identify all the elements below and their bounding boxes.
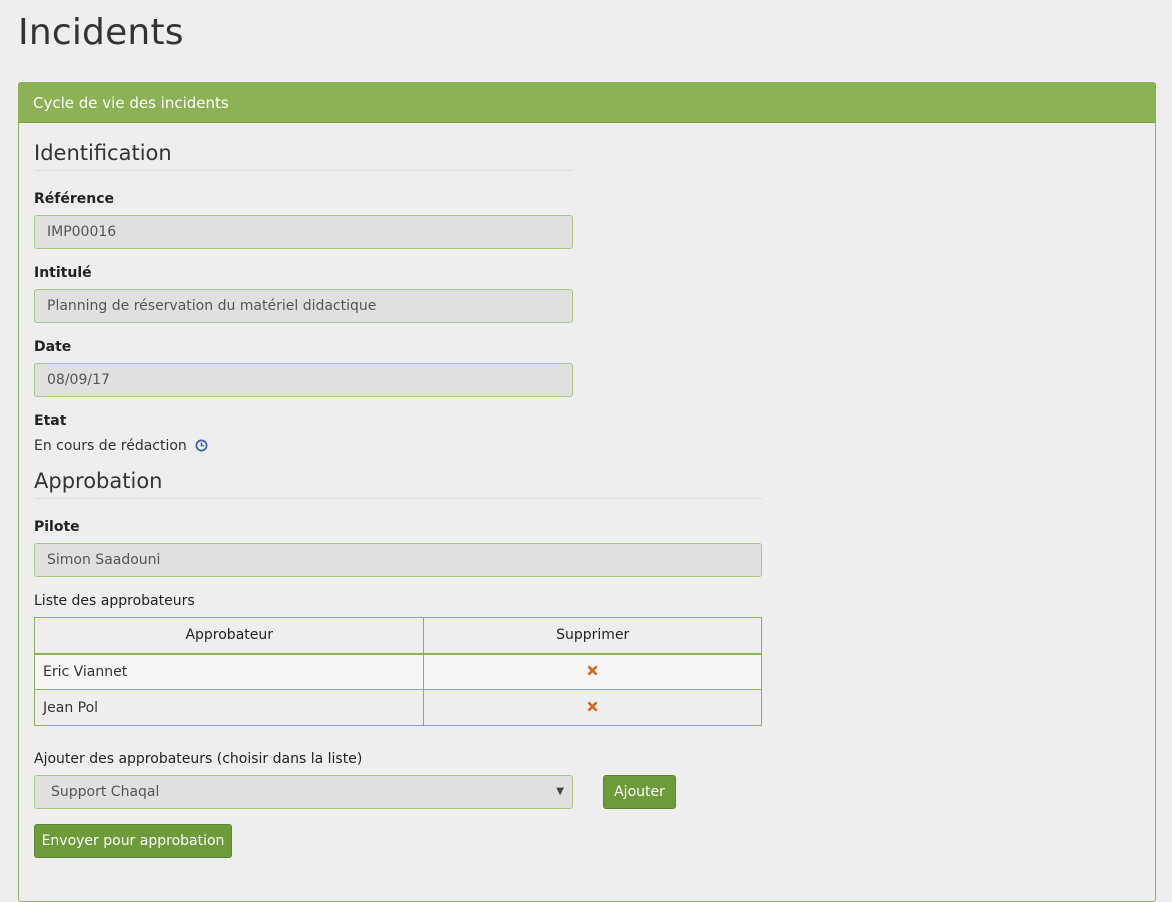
- etat-label: Etat: [34, 413, 67, 429]
- clock-icon: [195, 439, 208, 456]
- approver-select[interactable]: Support Chaqal ▼: [34, 775, 573, 809]
- identification-section-title: Identification: [34, 141, 573, 171]
- intitule-label: Intitulé: [34, 265, 92, 281]
- reference-label: Référence: [34, 191, 115, 207]
- table-header-row: Approbateur Supprimer: [33, 617, 762, 655]
- add-button[interactable]: Ajouter: [603, 775, 676, 809]
- delete-cell: [423, 689, 762, 726]
- etat-value: En cours de rédaction: [34, 438, 208, 456]
- approver-name: Jean Pol: [33, 689, 425, 726]
- delete-cell: [423, 653, 762, 690]
- approvers-list-label: Liste des approbateurs: [34, 593, 195, 609]
- send-for-approval-button[interactable]: Envoyer pour approbation: [34, 824, 232, 858]
- table-row: Eric Viannet: [33, 653, 762, 690]
- date-label: Date: [34, 339, 72, 355]
- panel-heading: Cycle de vie des incidents: [19, 83, 1155, 123]
- page-title: Incidents: [18, 12, 184, 53]
- table-row: Jean Pol: [33, 689, 762, 726]
- approvers-table: Approbateur Supprimer Eric Viannet Jean …: [33, 617, 762, 726]
- column-header-supprimer: Supprimer: [423, 617, 762, 655]
- pilote-field[interactable]: Simon Saadouni: [34, 543, 762, 577]
- etat-text: En cours de rédaction: [34, 438, 187, 454]
- approver-select-value: Support Chaqal: [51, 784, 160, 800]
- add-approvers-label: Ajouter des approbateurs (choisir dans l…: [34, 751, 363, 767]
- approver-name: Eric Viannet: [33, 653, 425, 690]
- delete-x-icon[interactable]: [587, 700, 598, 716]
- date-field[interactable]: 08/09/17: [34, 363, 573, 397]
- column-header-approbateur: Approbateur: [33, 617, 425, 655]
- intitule-field[interactable]: Planning de réservation du matériel dida…: [34, 289, 573, 323]
- delete-x-icon[interactable]: [587, 664, 598, 680]
- reference-field[interactable]: IMP00016: [34, 215, 573, 249]
- caret-down-icon: ▼: [556, 786, 564, 797]
- approbation-section-title: Approbation: [34, 469, 762, 499]
- pilote-label: Pilote: [34, 519, 80, 535]
